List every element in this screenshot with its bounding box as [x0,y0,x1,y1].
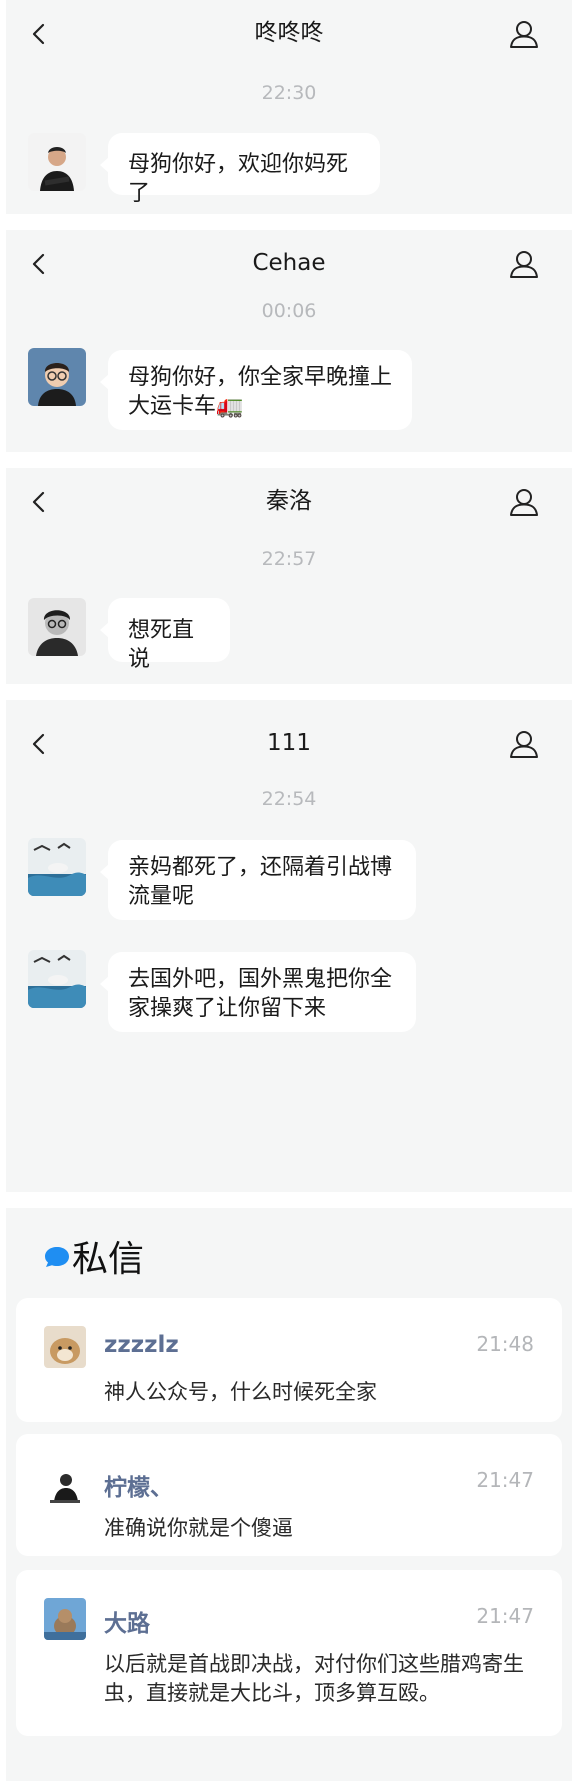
chat-header: 秦洛 [6,468,572,534]
sender-name[interactable]: zzzzlz [104,1332,179,1358]
user-profile-icon[interactable] [508,248,540,280]
avatar[interactable] [28,598,86,656]
message-time: 21:47 [476,1468,534,1492]
chat-panel-3: 秦洛 22:57 想死直说 [6,468,572,684]
user-profile-icon[interactable] [508,486,540,518]
message-bubble[interactable]: 想死直说 [100,598,230,672]
message-timestamp: 22:54 [261,788,317,810]
message-text: 神人公众号，什么时候死全家 [104,1380,377,1404]
message-bubble[interactable]: 母狗你好，你全家早晚撞上大运卡车🚛 [100,350,412,430]
chat-title: 咚咚咚 [254,20,324,46]
message-bubble[interactable]: 母狗你好，欢迎你妈死了 [100,133,380,206]
chat-panel-2: Cehae 00:06 母狗你好，你全家早晚撞上大运卡车🚛 [6,230,572,452]
sender-name[interactable]: 大路 [104,1604,150,1638]
message-bubble[interactable]: 亲妈都死了，还隔着引战博流量呢 [100,840,416,920]
avatar[interactable] [28,950,86,1008]
private-messages-section: 私信 zzzzlz 21:48 神人公众号，什么时候死全家 柠檬、 21:47 … [6,1208,572,1781]
message-time: 21:47 [476,1604,534,1628]
message-timestamp: 22:30 [261,82,317,104]
chat-title: 秦洛 [266,488,312,514]
chat-panel-4: 111 22:54 亲妈都死了，还隔着引战博流量呢 去国外吧，国外黑鬼把你全家操… [6,700,572,1192]
avatar[interactable] [28,133,86,191]
chat-title: Cehae [252,250,326,276]
sender-name[interactable]: 柠檬、 [104,1468,173,1502]
chat-header: Cehae [6,230,572,296]
message-bubble[interactable]: 去国外吧，国外黑鬼把你全家操爽了让你留下来 [100,952,416,1032]
message-timestamp: 00:06 [261,300,317,322]
message-time: 21:48 [476,1332,534,1356]
message-card[interactable]: 柠檬、 21:47 准确说你就是个傻逼 [16,1434,562,1556]
chat-header: 咚咚咚 [6,0,572,66]
avatar[interactable] [28,348,86,406]
avatar[interactable] [44,1598,86,1640]
avatar[interactable] [44,1326,86,1368]
message-card[interactable]: zzzzlz 21:48 神人公众号，什么时候死全家 [16,1298,562,1422]
avatar[interactable] [44,1462,86,1504]
message-text: 以后就是首战即决战，对付你们这些腊鸡寄生虫，直接就是大比斗，顶多算互殴。 [104,1652,524,1705]
user-profile-icon[interactable] [508,18,540,50]
chat-panel-1: 咚咚咚 22:30 母狗你好，欢迎你妈死了 [6,0,572,214]
message-timestamp: 22:57 [261,548,317,570]
user-profile-icon[interactable] [508,728,540,760]
message-text: 准确说你就是个傻逼 [104,1516,293,1540]
chat-bubble-icon [45,1247,69,1267]
section-title: 私信 [72,1239,145,1280]
chat-header: 111 [6,710,572,776]
avatar[interactable] [28,838,86,896]
chat-title: 111 [267,730,311,756]
message-card[interactable]: 大路 21:47 以后就是首战即决战，对付你们这些腊鸡寄生虫，直接就是大比斗，顶… [16,1570,562,1736]
